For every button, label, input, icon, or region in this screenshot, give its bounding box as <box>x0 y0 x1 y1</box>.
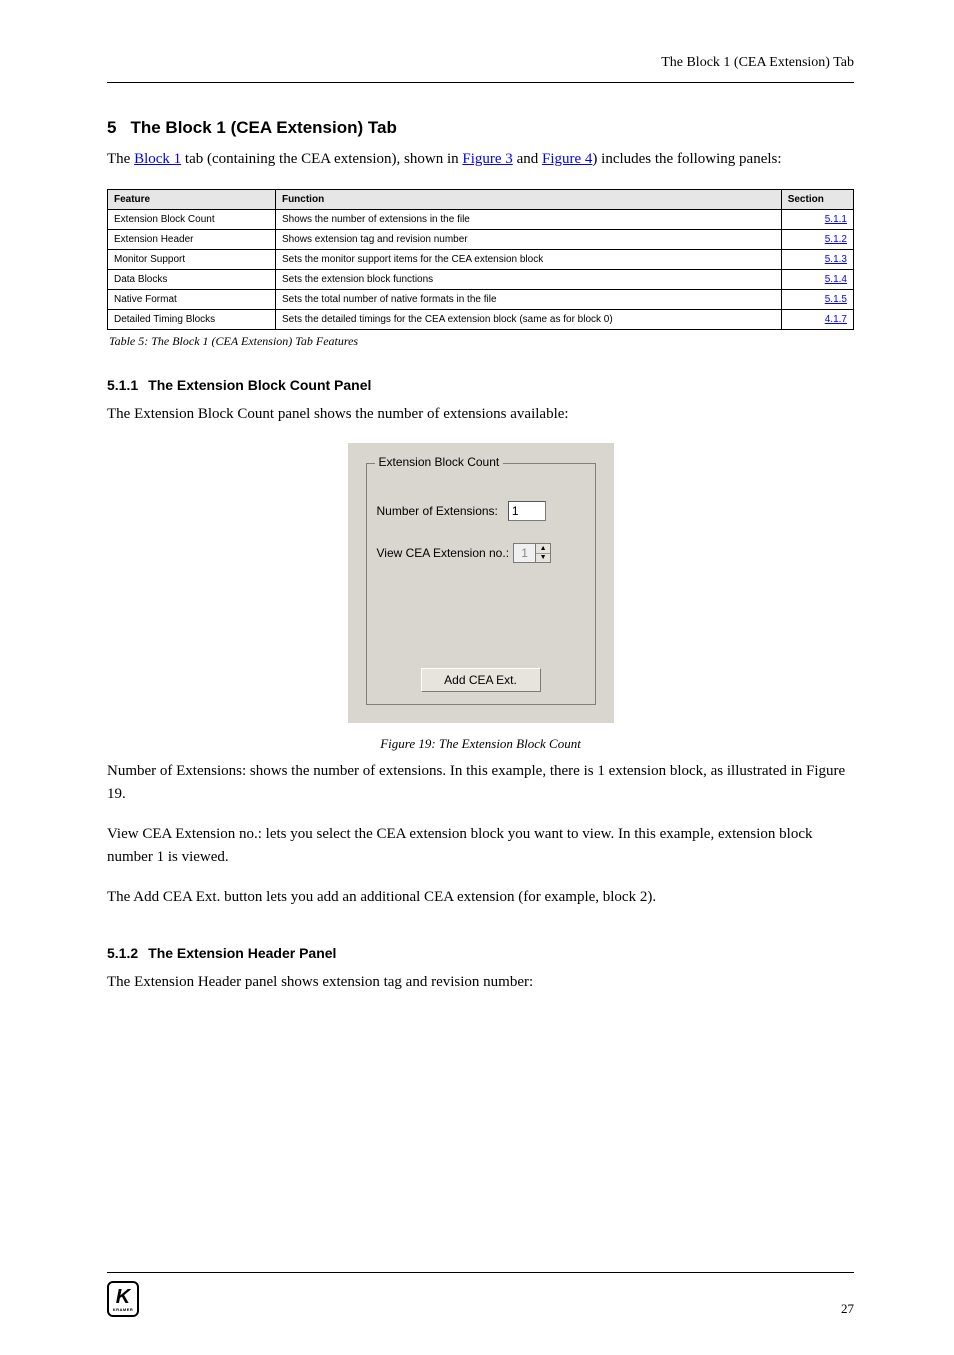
figure3-link[interactable]: Figure 3 <box>462 151 512 167</box>
section-link[interactable]: 5.1.2 <box>825 234 847 245</box>
table-row: Data Blocks Sets the extension block fun… <box>108 269 854 289</box>
section-link[interactable]: 5.1.3 <box>825 254 847 265</box>
num-extensions-value: 1 <box>508 501 546 521</box>
th-feature: Feature <box>108 189 276 209</box>
figure4-link[interactable]: Figure 4 <box>542 151 592 167</box>
block1-link[interactable]: Block 1 <box>134 151 181 167</box>
page-number: 27 <box>841 1301 854 1317</box>
table-caption: Table 5: The Block 1 (CEA Extension) Tab… <box>109 334 854 349</box>
view-extension-label: View CEA Extension no.: <box>377 546 510 560</box>
subsection2-number: 5.1.2 <box>107 945 138 961</box>
spinner-value: 1 <box>513 543 535 563</box>
groupbox-title: Extension Block Count <box>375 455 504 469</box>
para-add-button: The Add CEA Ext. button lets you add an … <box>107 886 854 909</box>
para-view-extension: View CEA Extension no.: lets you select … <box>107 823 854 868</box>
footer-divider <box>107 1272 854 1273</box>
para-num-extensions: Number of Extensions: shows the number o… <box>107 760 854 805</box>
subsection2-intro: The Extension Header panel shows extensi… <box>107 971 854 994</box>
th-section: Section <box>781 189 853 209</box>
view-extension-spinner[interactable]: 1 ▲ ▼ <box>513 543 551 563</box>
section-link[interactable]: 5.1.5 <box>825 294 847 305</box>
table-row: Native Format Sets the total number of n… <box>108 289 854 309</box>
th-function: Function <box>275 189 781 209</box>
extension-block-panel: Extension Block Count Number of Extensio… <box>348 443 614 723</box>
table-row: Detailed Timing Blocks Sets the detailed… <box>108 309 854 329</box>
section-title: The Block 1 (CEA Extension) Tab <box>130 118 396 137</box>
section-link[interactable]: 4.1.7 <box>825 314 847 325</box>
section-link[interactable]: 5.1.1 <box>825 214 847 225</box>
figure-caption: Figure 19: The Extension Block Count <box>107 736 854 752</box>
header-subtitle: The Block 1 (CEA Extension) Tab <box>661 55 854 71</box>
subsection-heading: 5.1.1 The Extension Block Count Panel <box>107 377 854 393</box>
header-divider <box>107 82 854 83</box>
subsection-number: 5.1.1 <box>107 377 138 393</box>
features-table: Feature Function Section Extension Block… <box>107 189 854 330</box>
table-row: Extension Header Shows extension tag and… <box>108 229 854 249</box>
kramer-logo-icon: K KRAMER <box>107 1281 139 1317</box>
subsection2-title: The Extension Header Panel <box>148 945 336 961</box>
section-number: 5 <box>107 118 116 137</box>
spinner-down-icon[interactable]: ▼ <box>536 554 550 563</box>
subsection2-heading: 5.1.2 The Extension Header Panel <box>107 945 854 961</box>
figure-wrapper: Extension Block Count Number of Extensio… <box>107 443 854 752</box>
table-row: Extension Block Count Shows the number o… <box>108 209 854 229</box>
subsection-intro: The Extension Block Count panel shows th… <box>107 403 854 426</box>
section-heading: 5 The Block 1 (CEA Extension) Tab <box>107 118 854 138</box>
num-extensions-label: Number of Extensions: <box>377 504 498 518</box>
table-row: Monitor Support Sets the monitor support… <box>108 249 854 269</box>
add-cea-ext-button[interactable]: Add CEA Ext. <box>421 668 541 692</box>
spinner-up-icon[interactable]: ▲ <box>536 544 550 554</box>
page-footer: K KRAMER 27 <box>107 1272 854 1317</box>
groupbox: Extension Block Count Number of Extensio… <box>366 463 596 705</box>
section-link[interactable]: 5.1.4 <box>825 274 847 285</box>
intro-paragraph: The Block 1 tab (containing the CEA exte… <box>107 148 854 171</box>
subsection-title: The Extension Block Count Panel <box>148 377 371 393</box>
